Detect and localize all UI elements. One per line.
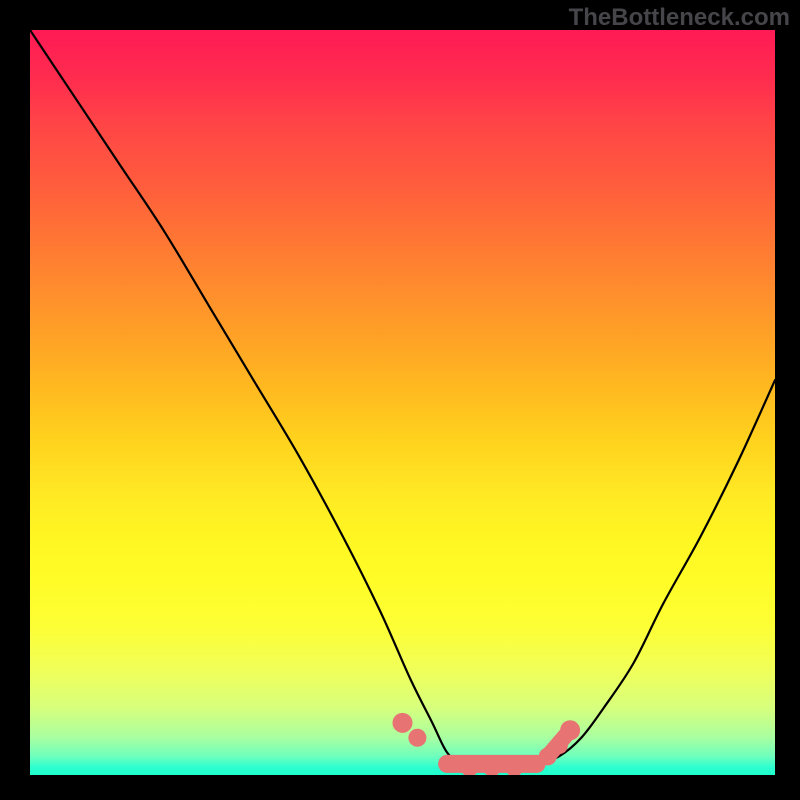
watermark-text: TheBottleneck.com	[569, 4, 790, 32]
plot-area	[30, 30, 775, 775]
bottleneck-curve	[30, 30, 775, 768]
curve-svg	[30, 30, 775, 775]
highlight-dots	[393, 713, 581, 775]
chart-container: TheBottleneck.com	[0, 0, 800, 800]
highlight-dot	[408, 729, 426, 747]
highlight-dot	[438, 755, 456, 773]
highlight-dot	[560, 720, 580, 740]
highlight-dot	[393, 713, 413, 733]
